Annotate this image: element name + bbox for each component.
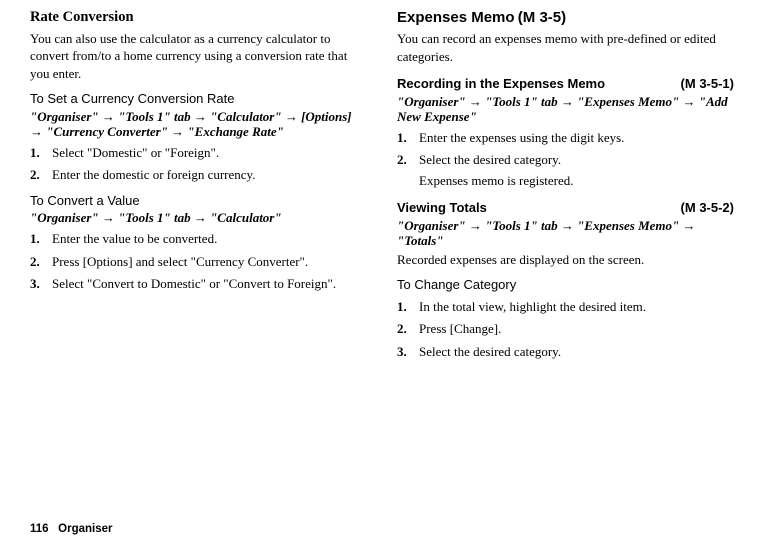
change-category-steps: 1.In the total view, highlight the desir…	[397, 298, 734, 361]
left-column: Rate Conversion You can also use the cal…	[30, 8, 367, 366]
list-item: 2.Enter the domestic or foreign currency…	[30, 166, 367, 184]
convert-value-heading: To Convert a Value	[30, 192, 367, 210]
step-text: Select "Convert to Domestic" or "Convert…	[52, 276, 336, 291]
list-item: 3.Select the desired category.	[397, 343, 734, 361]
step-text: Enter the value to be converted.	[52, 231, 217, 246]
recording-mcode: (M 3-5-1)	[681, 75, 734, 93]
set-rate-heading: To Set a Currency Conversion Rate	[30, 90, 367, 108]
recording-steps: 1.Enter the expenses using the digit key…	[397, 129, 734, 169]
right-column: Expenses Memo (M 3-5) You can record an …	[397, 8, 734, 366]
expenses-memo-heading-row: Expenses Memo (M 3-5)	[397, 8, 734, 28]
list-item: 2.Press [Change].	[397, 320, 734, 338]
step-text: In the total view, highlight the desired…	[419, 299, 646, 314]
list-item: 1.Enter the expenses using the digit key…	[397, 129, 734, 147]
viewing-totals-heading: Viewing Totals	[397, 199, 487, 217]
expenses-memo-intro: You can record an expenses memo with pre…	[397, 30, 734, 65]
list-item: 1.Enter the value to be converted.	[30, 230, 367, 248]
step-text: Select the desired category.	[419, 152, 561, 167]
viewing-totals-heading-row: Viewing Totals (M 3-5-2)	[397, 199, 734, 217]
step-text: Press [Options] and select "Currency Con…	[52, 254, 308, 269]
change-category-heading: To Change Category	[397, 276, 734, 294]
viewing-totals-mcode: (M 3-5-2)	[681, 199, 734, 217]
list-item: 1.Select "Domestic" or "Foreign".	[30, 144, 367, 162]
rate-conversion-intro: You can also use the calculator as a cur…	[30, 30, 367, 83]
step-text: Select the desired category.	[419, 344, 561, 359]
list-item: 3.Select "Convert to Domestic" or "Conve…	[30, 275, 367, 293]
rate-conversion-title: Rate Conversion	[30, 8, 367, 28]
step-text: Select "Domestic" or "Foreign".	[52, 145, 219, 160]
step-text: Press [Change].	[419, 321, 501, 336]
page-number: 116	[30, 523, 49, 535]
expenses-memo-mcode: (M 3-5)	[518, 9, 566, 26]
footer-section: Organiser	[58, 523, 112, 535]
recording-heading-row: Recording in the Expenses Memo (M 3-5-1)	[397, 75, 734, 93]
set-rate-steps: 1.Select "Domestic" or "Foreign". 2.Ente…	[30, 144, 367, 184]
convert-value-path: "Organiser" → "Tools 1" tab → "Calculato…	[30, 211, 367, 226]
convert-value-steps: 1.Enter the value to be converted. 2.Pre…	[30, 230, 367, 293]
list-item: 2.Press [Options] and select "Currency C…	[30, 253, 367, 271]
list-item: 1.In the total view, highlight the desir…	[397, 298, 734, 316]
set-rate-path: "Organiser" → "Tools 1" tab → "Calculato…	[30, 110, 367, 140]
page-footer: 116 Organiser	[30, 522, 112, 538]
viewing-totals-result: Recorded expenses are displayed on the s…	[397, 251, 734, 269]
expenses-memo-title: Expenses Memo	[397, 9, 515, 26]
recording-note: Expenses memo is registered.	[397, 172, 734, 190]
step-text: Enter the domestic or foreign currency.	[52, 167, 255, 182]
recording-heading: Recording in the Expenses Memo	[397, 75, 605, 93]
viewing-totals-path: "Organiser" → "Tools 1" tab → "Expenses …	[397, 219, 734, 249]
recording-path: "Organiser" → "Tools 1" tab → "Expenses …	[397, 95, 734, 125]
step-text: Enter the expenses using the digit keys.	[419, 130, 624, 145]
list-item: 2.Select the desired category.	[397, 151, 734, 169]
